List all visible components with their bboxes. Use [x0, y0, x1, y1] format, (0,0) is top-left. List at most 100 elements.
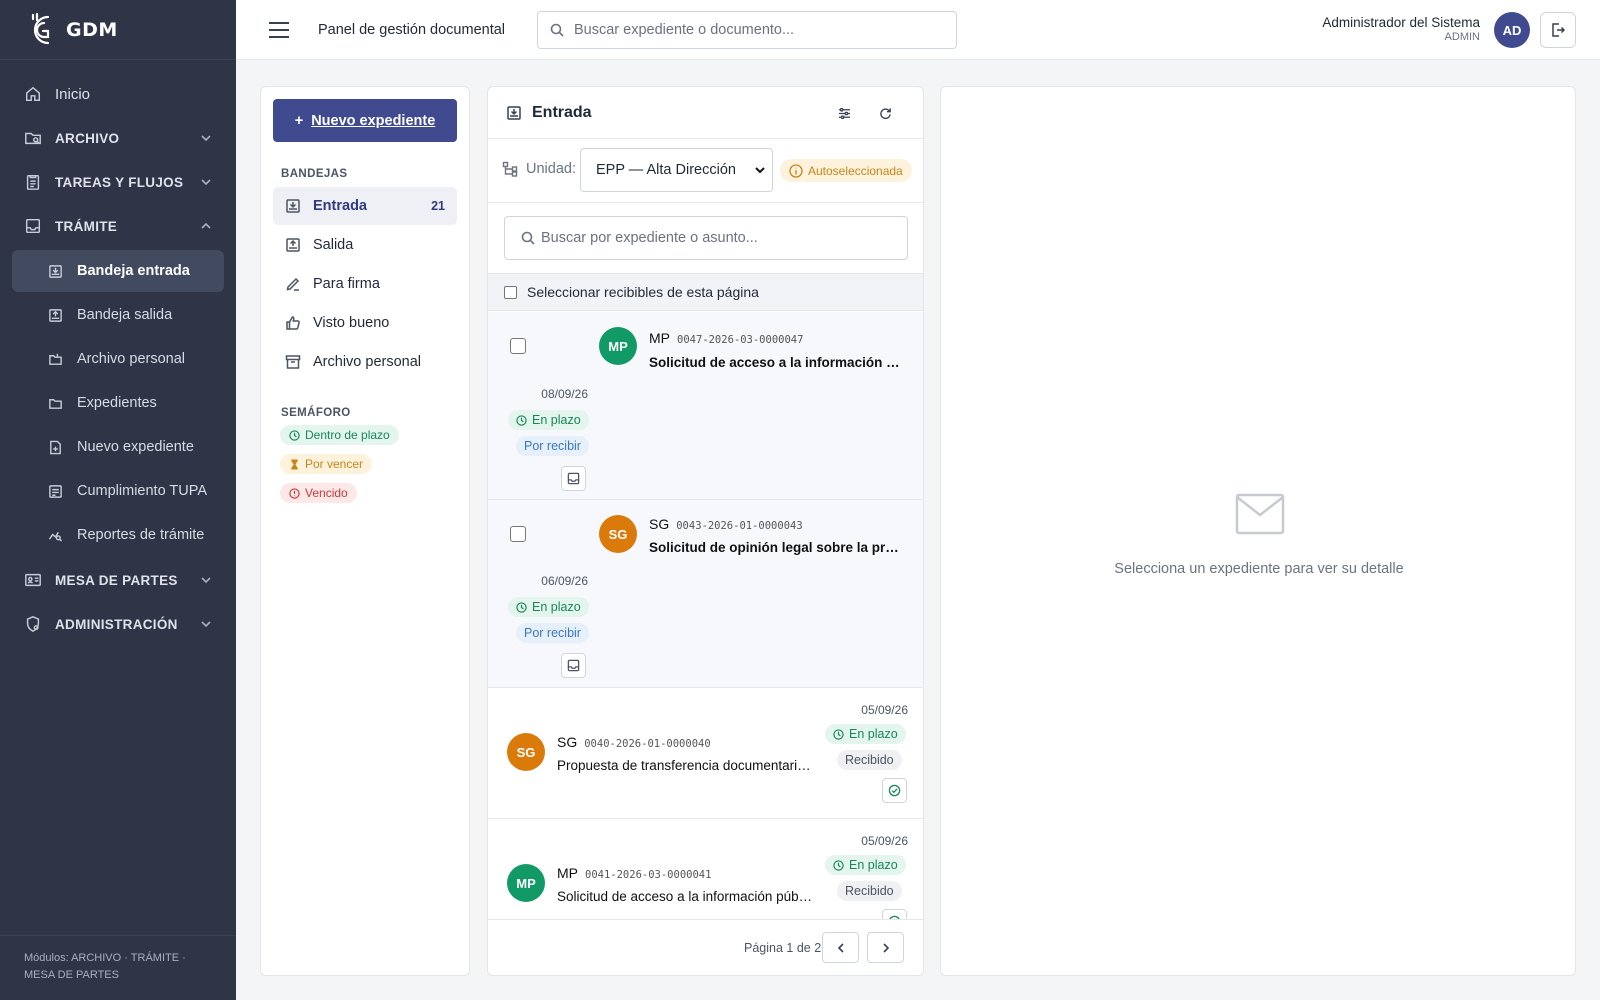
inbox-search-input[interactable]: [541, 230, 901, 246]
pagination: Página 1 de 2: [488, 919, 923, 975]
avatar[interactable]: AD: [1494, 12, 1530, 48]
nav-item-inicio[interactable]: Inicio: [0, 72, 236, 116]
unit-select[interactable]: EPP — Alta Dirección: [580, 148, 773, 192]
item-org: SG: [649, 516, 670, 532]
alert-circle-icon: [289, 487, 300, 499]
select-all-label: Seleccionar recibibles de esta página: [527, 284, 759, 300]
list-item[interactable]: MP MP 0047-2026-03-0000047 Solicitud de …: [488, 312, 923, 500]
plus-icon: +: [294, 112, 304, 129]
deadline-chip: En plazo: [508, 410, 589, 430]
item-org: SG: [557, 734, 578, 750]
status-badge: Recibido: [837, 881, 902, 901]
list-item[interactable]: SG SG 0043-2026-01-0000043 Solicitud de …: [488, 500, 923, 688]
receive-button[interactable]: [561, 653, 586, 678]
clock-icon: [833, 728, 844, 740]
user-name: Administrador del Sistema: [1322, 15, 1480, 30]
item-header: SG 0040-2026-01-0000040: [557, 734, 711, 750]
chevron-down-icon: [754, 164, 766, 176]
inbox-out-icon: [285, 237, 301, 253]
brand[interactable]: GDM: [0, 0, 236, 60]
sub-item-reportes[interactable]: Reportes de trámite: [12, 514, 224, 556]
tray-visto-bueno[interactable]: Visto bueno: [273, 304, 457, 342]
tray-salida[interactable]: Salida: [273, 226, 457, 264]
avatar: SG: [599, 515, 637, 553]
tray-count: 21: [431, 199, 445, 213]
received-check-button[interactable]: [882, 778, 907, 803]
nav-section-mesa-partes[interactable]: MESA DE PARTES: [0, 558, 236, 602]
clipboard-icon: [24, 173, 42, 191]
sidebar-footer: Módulos: ARCHIVO · TRÁMITE · MESA DE PAR…: [0, 935, 236, 1000]
refresh-icon: [879, 107, 892, 120]
global-search[interactable]: [537, 11, 957, 49]
logout-button[interactable]: [1540, 12, 1576, 48]
item-subject: Propuesta de transferencia documentaria …: [557, 758, 815, 773]
item-date: 05/09/26: [861, 834, 908, 848]
tray-entrada[interactable]: Entrada 21: [273, 187, 457, 225]
nav-section-label: TRÁMITE: [55, 218, 118, 234]
page-indicator: Página 1 de 2: [744, 941, 822, 955]
refresh-button[interactable]: [878, 101, 902, 125]
item-header: MP 0047-2026-03-0000047: [649, 330, 803, 346]
semaforo-text: Dentro de plazo: [305, 428, 390, 442]
thumbs-up-icon: [285, 315, 301, 331]
sub-item-archivo-personal[interactable]: Archivo personal: [12, 338, 224, 380]
list-item[interactable]: SG SG 0040-2026-01-0000040 Propuesta de …: [488, 688, 923, 819]
next-page-button[interactable]: [867, 932, 904, 963]
nav-section-administracion[interactable]: ADMINISTRACIÓN: [0, 602, 236, 646]
deadline-text: En plazo: [532, 413, 581, 427]
pen-signature-icon: [285, 276, 301, 292]
semaforo-label: SEMÁFORO: [281, 407, 351, 419]
clock-icon: [289, 429, 300, 441]
tray-para-firma[interactable]: Para firma: [273, 265, 457, 303]
item-subject: Solicitud de opinión legal sobre la proc…: [649, 540, 907, 555]
avatar: MP: [507, 864, 545, 902]
avatar: SG: [507, 733, 545, 771]
sub-item-expedientes[interactable]: Expedientes: [12, 382, 224, 424]
inbox-header: Entrada: [488, 87, 923, 139]
semaforo-text: Vencido: [305, 486, 348, 500]
user-info: Administrador del Sistema ADMIN: [1322, 15, 1480, 43]
unit-row: Unidad: EPP — Alta Dirección Autoselecci…: [488, 139, 923, 203]
nav-section-label: TAREAS Y FLUJOS: [55, 174, 184, 190]
item-header: MP 0041-2026-03-0000041: [557, 865, 711, 881]
item-checkbox[interactable]: [510, 338, 526, 354]
new-expediente-button[interactable]: + Nuevo expediente: [273, 99, 457, 142]
inbox-search[interactable]: [504, 216, 908, 260]
item-header: SG 0043-2026-01-0000043: [649, 516, 803, 532]
nav-section-archivo[interactable]: ARCHIVO: [0, 116, 236, 160]
hourglass-icon: [289, 458, 300, 470]
chevron-right-icon: [880, 942, 892, 954]
receive-button[interactable]: [561, 466, 586, 491]
sub-item-bandeja-entrada[interactable]: Bandeja entrada: [12, 250, 224, 292]
gdm-logo-icon: [24, 11, 58, 49]
chevron-down-icon: [200, 574, 212, 586]
sub-item-nuevo-expediente[interactable]: Nuevo expediente: [12, 426, 224, 468]
hamburger-menu-icon[interactable]: [268, 21, 290, 39]
sub-item-cumplimiento-tupa[interactable]: Cumplimiento TUPA: [12, 470, 224, 512]
nav-section-tramite[interactable]: TRÁMITE: [0, 204, 236, 248]
global-search-input[interactable]: [574, 22, 934, 38]
select-all-checkbox[interactable]: [504, 285, 517, 299]
search-icon: [550, 23, 564, 37]
inbox-in-icon: [285, 198, 301, 214]
nav-section-tareas[interactable]: TAREAS Y FLUJOS: [0, 160, 236, 204]
page-title: Panel de gestión documental: [318, 21, 506, 38]
inbox-icon: [567, 659, 580, 672]
sidebar: GDM Inicio ARCHIVO TAREAS Y FLUJOS TRÁMI…: [0, 0, 236, 1000]
item-date: 06/09/26: [541, 574, 588, 588]
sub-item-bandeja-salida[interactable]: Bandeja salida: [12, 294, 224, 336]
sub-item-label: Bandeja entrada: [77, 263, 190, 279]
status-badge: Por recibir: [516, 436, 589, 456]
item-checkbox[interactable]: [510, 526, 526, 542]
semaforo-por-vencer: Por vencer: [280, 454, 373, 474]
new-expediente-label: Nuevo expediente: [311, 112, 436, 129]
topbar: Panel de gestión documental Administrado…: [236, 0, 1600, 60]
inbox-title: Entrada: [532, 103, 592, 121]
nav-section-label: MESA DE PARTES: [55, 572, 178, 588]
nav-item-label: Inicio: [55, 85, 91, 103]
prev-page-button[interactable]: [822, 932, 859, 963]
deadline-chip: En plazo: [825, 724, 906, 744]
tray-archivo-personal[interactable]: Archivo personal: [273, 343, 457, 381]
status-badge: Recibido: [837, 750, 902, 770]
filter-button[interactable]: [837, 101, 861, 125]
